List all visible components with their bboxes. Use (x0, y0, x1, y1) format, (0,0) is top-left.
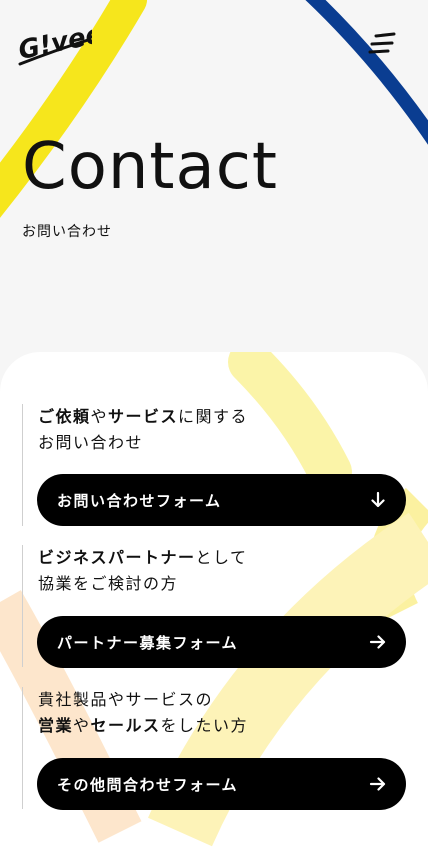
section-heading: ビジネスパートナーとして 協業をご検討の方 (38, 545, 413, 597)
page-title: Contact (22, 130, 278, 204)
button-label: パートナー募集フォーム (57, 633, 239, 652)
page-subtitle: お問い合わせ (22, 224, 112, 240)
arrow-down-icon (371, 491, 385, 508)
arrow-right-icon (369, 635, 386, 649)
button-label: その他問合わせフォーム (57, 775, 239, 794)
heading-line-1: ご依頼やサービスに関する (38, 407, 249, 426)
other-inquiry-form-button[interactable]: その他問合わせフォーム (37, 758, 406, 810)
arrow-right-icon (369, 777, 386, 791)
contact-section-partner: ビジネスパートナーとして 協業をご検討の方 パートナー募集フォーム (22, 545, 413, 668)
heading-line-2: お問い合わせ (38, 433, 144, 452)
contact-section-sales: 貴社製品やサービスの 営業やセールスをしたい方 その他問合わせフォーム (22, 687, 413, 810)
heading-line-1: ビジネスパートナーとして (38, 548, 248, 567)
section-heading: 貴社製品やサービスの 営業やセールスをしたい方 (38, 687, 413, 739)
button-label: お問い合わせフォーム (57, 491, 222, 510)
heading-line-2: 営業やセールスをしたい方 (38, 716, 249, 735)
site-header: G!vee (0, 0, 428, 80)
heading-line-1: 貴社製品やサービスの (38, 690, 214, 709)
contact-card: ご依頼やサービスに関する お問い合わせ お問い合わせフォーム ビジネスパートナー… (0, 352, 428, 852)
hamburger-menu-icon[interactable] (366, 30, 398, 58)
contact-section-inquiry: ご依頼やサービスに関する お問い合わせ お問い合わせフォーム (22, 404, 413, 526)
section-heading: ご依頼やサービスに関する お問い合わせ (38, 404, 413, 456)
hero-section: Contact お問い合わせ (22, 135, 278, 241)
inquiry-form-button[interactable]: お問い合わせフォーム (37, 474, 406, 526)
partner-form-button[interactable]: パートナー募集フォーム (37, 616, 406, 668)
heading-line-2: 協業をご検討の方 (38, 574, 179, 593)
givee-logo[interactable]: G!vee (16, 20, 92, 66)
